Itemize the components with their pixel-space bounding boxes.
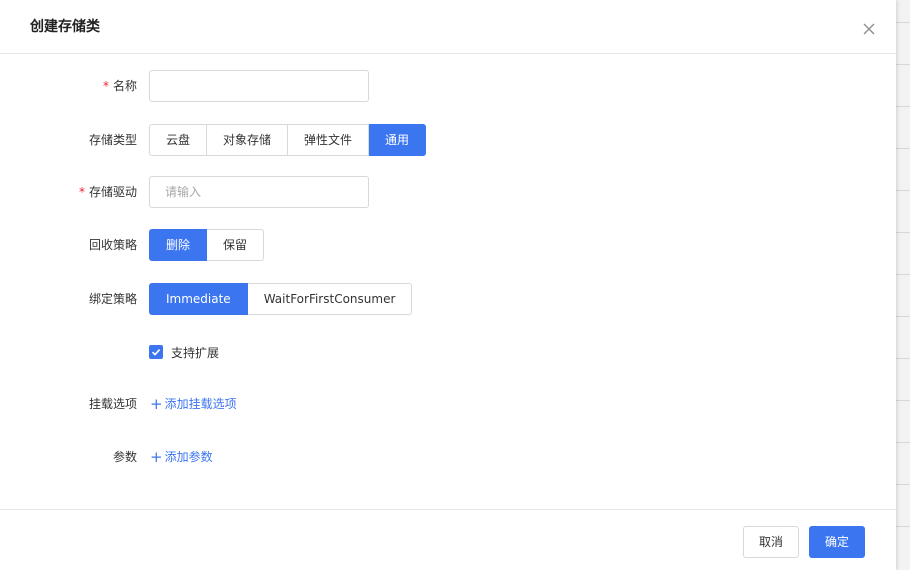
driver-label-text: 存储驱动 (88, 185, 137, 199)
backdrop-row-line (896, 148, 910, 149)
form-row-storage-type: 存储类型 云盘 对象存储 弹性文件 通用 (0, 124, 896, 156)
form-row-parameters: 参数 + 添加参数 (0, 441, 896, 473)
storage-type-option-object-storage[interactable]: 对象存储 (207, 124, 289, 156)
form-row-driver: * 存储驱动 (0, 176, 896, 208)
name-input[interactable] (149, 70, 369, 102)
plus-icon: + (150, 395, 163, 413)
backdrop-row-line (896, 400, 910, 401)
add-parameter-label: 添加参数 (164, 450, 213, 464)
driver-label: * 存储驱动 (79, 176, 137, 208)
storage-type-label: 存储类型 (88, 133, 137, 147)
checkbox-checked-icon[interactable] (149, 345, 163, 359)
driver-input[interactable] (149, 176, 369, 208)
backdrop-row-line (896, 22, 910, 23)
storage-type-segmented: 云盘 对象存储 弹性文件 通用 (149, 124, 427, 156)
storage-type-option-cloud-disk[interactable]: 云盘 (149, 124, 208, 156)
add-mount-option-label: 添加挂载选项 (164, 397, 237, 411)
form-row-binding-policy: 绑定策略 Immediate WaitForFirstConsumer (0, 283, 896, 315)
form-row-reclaim-policy: 回收策略 删除 保留 (0, 229, 896, 261)
storage-type-option-general[interactable]: 通用 (369, 124, 427, 156)
backdrop-row-line (896, 442, 910, 443)
backdrop-row-line (896, 526, 910, 527)
name-label: * 名称 (103, 70, 137, 102)
form-row-name: * 名称 (0, 70, 896, 102)
reclaim-option-delete[interactable]: 删除 (149, 229, 208, 261)
reclaim-option-retain[interactable]: 保留 (207, 229, 265, 261)
add-parameter-link[interactable]: + 添加参数 (150, 441, 213, 473)
dialog-header: 创建存储类 (0, 0, 896, 54)
mount-options-label: 挂载选项 (88, 397, 137, 411)
expansion-label: 支持扩展 (171, 345, 220, 360)
dialog-footer: 取消 确定 (0, 509, 896, 570)
dialog-title: 创建存储类 (30, 19, 100, 35)
parameters-label: 参数 (112, 450, 137, 464)
backdrop-row-line (896, 316, 910, 317)
storage-type-option-elastic-file[interactable]: 弹性文件 (288, 124, 370, 156)
required-mark: * (78, 185, 85, 199)
backdrop-row-line (896, 484, 910, 485)
backdrop-row-line (896, 64, 910, 65)
name-label-text: 名称 (112, 79, 137, 93)
reclaim-policy-label: 回收策略 (88, 238, 137, 252)
reclaim-policy-segmented: 删除 保留 (149, 229, 265, 261)
backdrop-row-line (896, 358, 910, 359)
confirm-button[interactable]: 确定 (809, 526, 865, 558)
close-icon[interactable] (860, 20, 878, 38)
binding-option-wait-for-first-consumer[interactable]: WaitForFirstConsumer (247, 283, 413, 315)
cancel-button[interactable]: 取消 (743, 526, 799, 558)
add-mount-option-link[interactable]: + 添加挂载选项 (150, 388, 237, 420)
backdrop-row-line (896, 274, 910, 275)
form-row-mount-options: 挂载选项 + 添加挂载选项 (0, 388, 896, 420)
binding-policy-label: 绑定策略 (88, 292, 137, 306)
create-storage-class-dialog: 创建存储类 *名称 存储类型 云盘 对象存储 弹性文件 通用 *存储驱动 回收策… (0, 0, 896, 570)
backdrop-row-line (896, 190, 910, 191)
expansion-checkbox[interactable]: 支持扩展 (149, 336, 219, 368)
required-mark: * (102, 79, 109, 93)
form-row-expansion: 支持扩展 (0, 336, 896, 368)
backdrop-list-strip (896, 0, 910, 570)
binding-option-immediate[interactable]: Immediate (149, 283, 248, 315)
plus-icon: + (150, 448, 163, 466)
backdrop-row-line (896, 106, 910, 107)
backdrop-row-line (896, 232, 910, 233)
binding-policy-segmented: Immediate WaitForFirstConsumer (149, 283, 413, 315)
